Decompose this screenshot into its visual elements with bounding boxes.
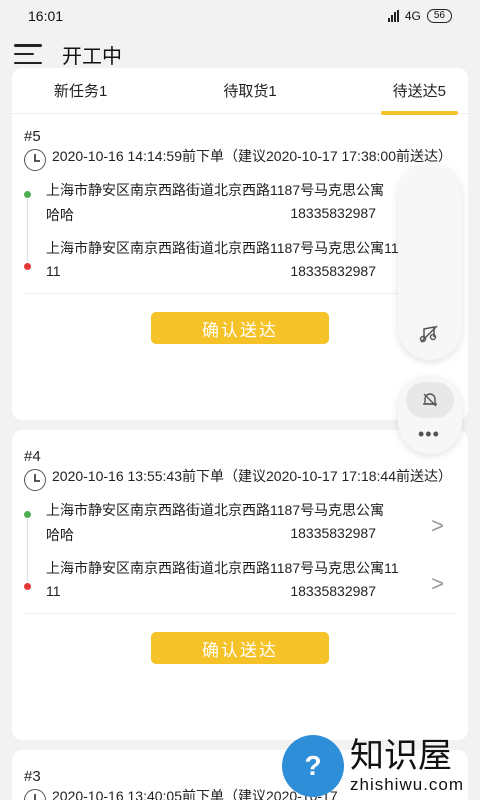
menu-icon[interactable]: [14, 44, 42, 64]
order-number: #5: [24, 128, 41, 145]
tab-to-pickup[interactable]: 待取货1: [223, 74, 276, 107]
route-line: [27, 519, 28, 581]
status-bar: 16:01 4G 56: [0, 0, 480, 32]
dropoff-contact: 11 18335832987: [46, 263, 376, 279]
pickup-address: 上海市静安区南京西路街道北京西路1187号马克思公寓: [46, 182, 385, 198]
divider: [24, 293, 456, 294]
dropoff-phone: 18335832987: [290, 583, 376, 599]
clock-icon: [24, 789, 46, 800]
divider: [24, 613, 456, 614]
dropoff-phone: 18335832987: [290, 263, 376, 279]
dropoff-dot-icon: [24, 263, 31, 270]
dropoff-name: 11: [46, 583, 61, 599]
status-icons: 4G 56: [387, 9, 452, 23]
music-off-icon[interactable]: [418, 323, 440, 350]
tab-bar: 新任务1 待取货1 待送达5: [12, 68, 468, 115]
pickup-dot-icon: [24, 191, 31, 198]
pickup-phone: 18335832987: [290, 525, 376, 541]
battery-icon: 56: [426, 9, 452, 23]
order-time: 2020-10-16 14:14:59前下单（建议2020-10-17 17:3…: [52, 148, 452, 164]
address-block: 上海市静安区南京西路街道北京西路1187号马克思公寓 哈哈 1833583298…: [24, 181, 456, 279]
dropoff-address: 上海市静安区南京西路街道北京西路1187号马克思公寓11: [46, 560, 399, 576]
more-icon[interactable]: •••: [418, 424, 440, 445]
clock-icon: [24, 149, 46, 171]
dropoff-dot-icon: [24, 583, 31, 590]
tab-to-deliver[interactable]: 待送达5: [380, 74, 459, 115]
order-time: 2020-10-16 13:55:43前下单（建议2020-10-17 17:1…: [52, 468, 452, 484]
chevron-right-icon[interactable]: >: [431, 571, 444, 597]
pickup-address: 上海市静安区南京西路街道北京西路1187号马克思公寓: [46, 502, 385, 518]
watermark-logo-icon: ?: [282, 735, 344, 797]
bell-off-icon[interactable]: [406, 382, 454, 418]
watermark-cn: 知识屋: [350, 737, 452, 775]
order-number: #4: [24, 448, 41, 465]
watermark-text: 知识屋 zhishiwu.com: [350, 737, 464, 795]
order-time-row: 2020-10-16 14:14:59前下单（建议2020-10-17 17:3…: [24, 147, 456, 171]
floating-actions: •••: [398, 376, 462, 454]
chevron-right-icon[interactable]: >: [431, 513, 444, 539]
pickup-name: 哈哈: [46, 527, 74, 543]
pickup-name: 哈哈: [46, 207, 74, 223]
floating-toolbar[interactable]: [398, 164, 462, 360]
pickup-contact: 哈哈 18335832987: [46, 525, 376, 545]
watermark-en: zhishiwu.com: [350, 775, 465, 794]
address-block: 上海市静安区南京西路街道北京西路1187号马克思公寓 哈哈 1833583298…: [24, 501, 456, 599]
pickup-dot-icon: [24, 511, 31, 518]
pickup-phone: 18335832987: [290, 205, 376, 221]
signal-icon: [387, 10, 399, 22]
clock-icon: [24, 469, 46, 491]
page-title: 开工中: [62, 45, 122, 68]
route-line: [27, 199, 28, 261]
order-time-row: 2020-10-16 13:55:43前下单（建议2020-10-17 17:1…: [24, 467, 456, 491]
dropoff-name: 11: [46, 263, 61, 279]
confirm-delivery-button[interactable]: 确认送达: [151, 632, 329, 664]
pickup-stop[interactable]: 上海市静安区南京西路街道北京西路1187号马克思公寓 哈哈 1833583298…: [46, 501, 456, 545]
order-card-4: #4 2020-10-16 13:55:43前下单（建议2020-10-17 1…: [12, 430, 468, 740]
status-time: 16:01: [28, 8, 64, 24]
dropoff-stop[interactable]: 上海市静安区南京西路街道北京西路1187号马克思公寓11 11 18335832…: [46, 239, 456, 279]
watermark: ? 知识屋 zhishiwu.com: [282, 732, 480, 800]
dropoff-address: 上海市静安区南京西路街道北京西路1187号马克思公寓11: [46, 240, 399, 256]
network-label: 4G: [404, 9, 421, 23]
pickup-stop[interactable]: 上海市静安区南京西路街道北京西路1187号马克思公寓 哈哈 1833583298…: [46, 181, 456, 225]
confirm-delivery-button[interactable]: 确认送达: [151, 312, 329, 344]
dropoff-contact: 11 18335832987: [46, 583, 376, 599]
pickup-contact: 哈哈 18335832987: [46, 205, 376, 225]
order-4: #4 2020-10-16 13:55:43前下单（建议2020-10-17 1…: [12, 430, 468, 599]
tab-new-tasks[interactable]: 新任务1: [54, 74, 107, 107]
dropoff-stop[interactable]: 上海市静安区南京西路街道北京西路1187号马克思公寓11 11 18335832…: [46, 559, 456, 599]
